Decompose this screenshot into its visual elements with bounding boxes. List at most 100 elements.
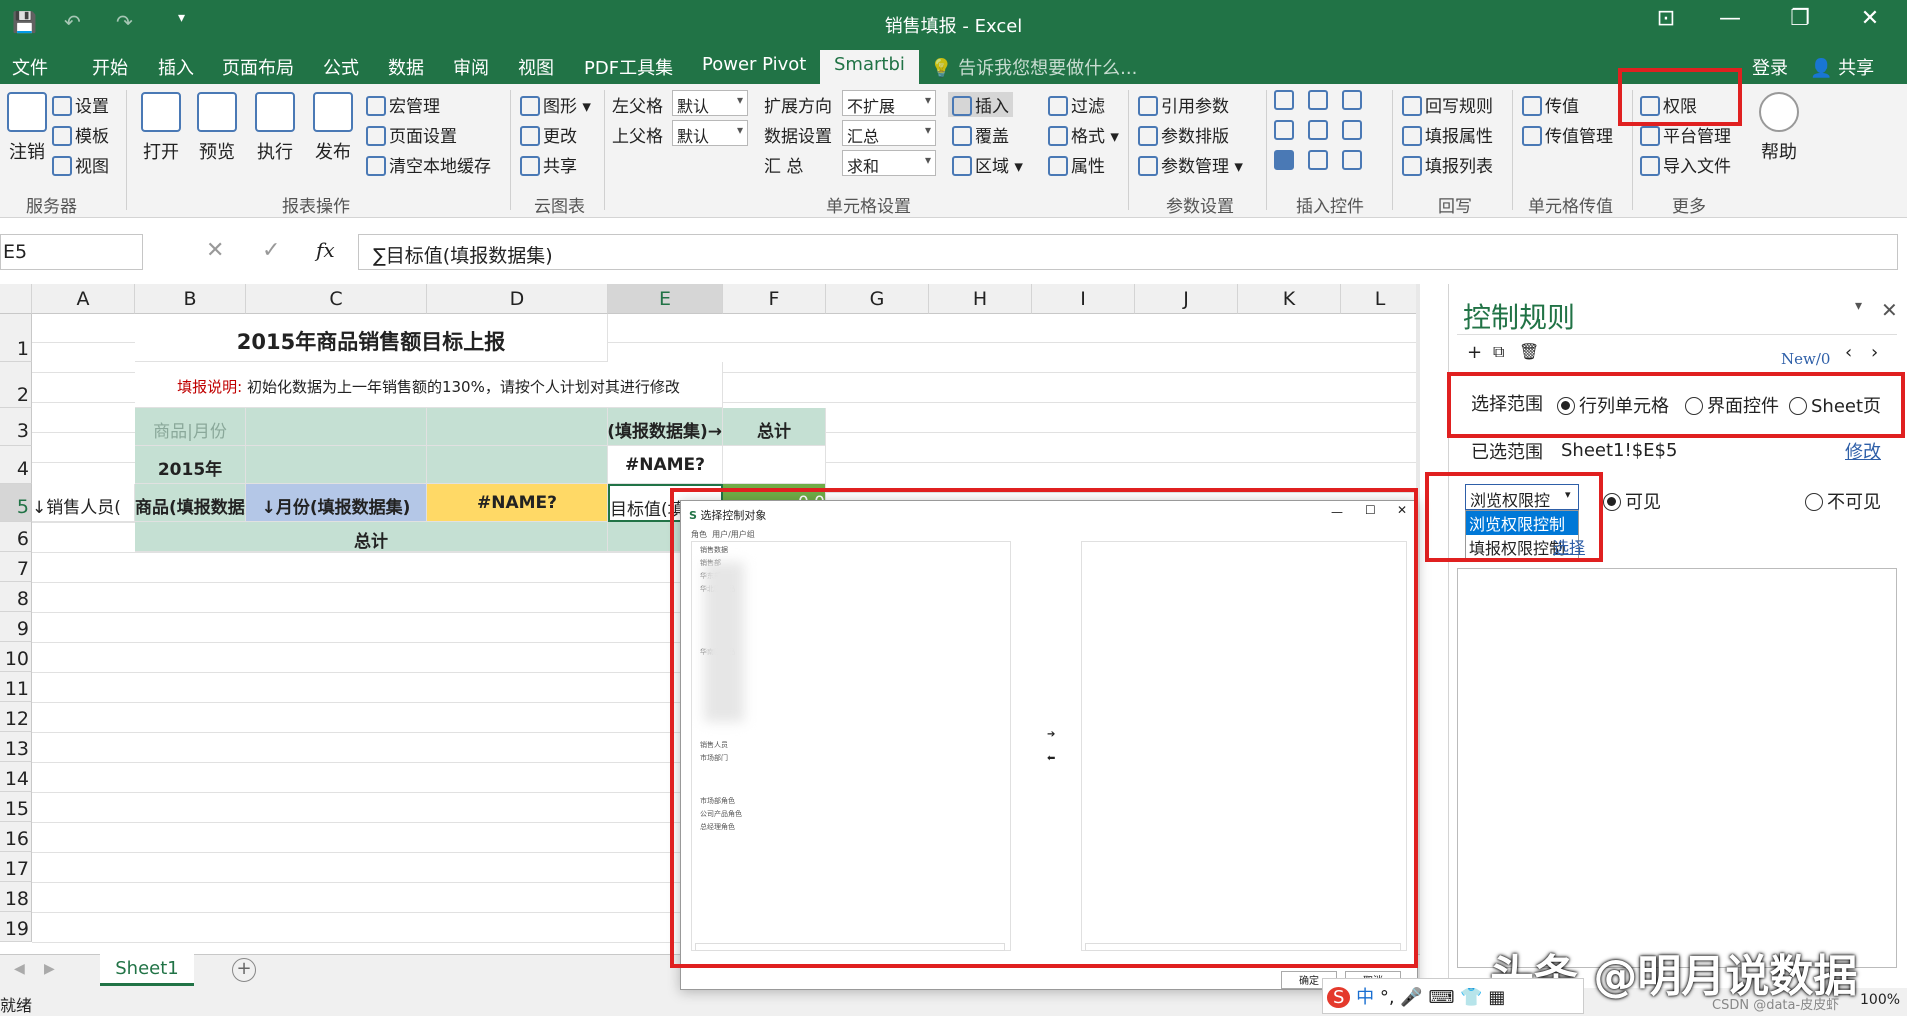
name-box[interactable]: E5 — [0, 234, 143, 270]
tab-insert[interactable]: 插入 — [158, 54, 194, 80]
formula-input[interactable]: ∑目标值(填报数据集) — [358, 234, 1898, 270]
top-parent-select[interactable]: 默认 — [672, 120, 748, 146]
rule-targets-list[interactable] — [1457, 568, 1897, 968]
column-header[interactable]: D — [427, 284, 608, 314]
row-header[interactable]: 18 — [0, 882, 32, 912]
cell-e4[interactable]: #NAME? — [608, 446, 723, 484]
checkbox-control-icon[interactable] — [1274, 150, 1294, 170]
row-header[interactable]: 16 — [0, 822, 32, 852]
column-header[interactable]: G — [826, 284, 929, 314]
tab-formulas[interactable]: 公式 — [323, 54, 359, 80]
column-header[interactable]: I — [1032, 284, 1135, 314]
execute-button[interactable]: 执行 — [248, 92, 302, 164]
minimize-button[interactable]: — — [1700, 6, 1760, 40]
cell-f3[interactable]: 总计 — [723, 408, 826, 446]
tab-smartbi[interactable]: Smartbi — [820, 50, 919, 84]
cell-d4[interactable] — [427, 446, 608, 484]
tab-review[interactable]: 审阅 — [453, 54, 489, 80]
cell-a5[interactable]: ↓销售人员( — [32, 484, 135, 522]
column-header[interactable]: H — [929, 284, 1032, 314]
attr-button[interactable]: 属性 — [1048, 152, 1105, 177]
logout-button[interactable]: 注销 — [0, 92, 54, 164]
cell-b5[interactable]: 商品(填报数据集) — [135, 484, 246, 522]
zoom-level[interactable]: 100% — [1860, 992, 1900, 1008]
tab-view[interactable]: 视图 — [518, 54, 554, 80]
microphone-icon[interactable]: 🎤 — [1400, 987, 1422, 1008]
restore-button[interactable]: ❐ — [1770, 6, 1830, 40]
row-header[interactable]: 4 — [0, 446, 32, 484]
scroll-left-icon[interactable]: ◀ — [14, 961, 25, 977]
view-button[interactable]: 视图 — [52, 152, 109, 177]
row-header[interactable]: 13 — [0, 732, 32, 762]
format-button[interactable]: 格式 ▾ — [1048, 122, 1119, 147]
tab-file[interactable]: 文件 — [12, 54, 48, 80]
area-button[interactable]: 区域 ▾ — [952, 152, 1023, 177]
tab-data[interactable]: 数据 — [388, 54, 424, 80]
row-header[interactable]: 10 — [0, 642, 32, 672]
copy-rule-icon[interactable]: ⧉ — [1493, 342, 1504, 362]
scroll-right-icon[interactable]: ▶ — [44, 961, 55, 977]
row-header[interactable]: 7 — [0, 552, 32, 582]
tell-me-search[interactable]: 💡 告诉我您想要做什么... — [930, 54, 1137, 80]
prev-rule-icon[interactable]: ‹ — [1845, 342, 1852, 363]
share-button[interactable]: 👤 共享 — [1810, 54, 1874, 80]
list-control-icon[interactable] — [1274, 120, 1294, 140]
template-button[interactable]: 模板 — [52, 122, 109, 147]
page-setup-button[interactable]: 页面设置 — [366, 122, 457, 147]
sheet-tab-sheet1[interactable]: Sheet1 — [100, 954, 194, 986]
fill-list-button[interactable]: 填报列表 — [1402, 152, 1493, 177]
insert-mode-button[interactable]: 插入 — [948, 92, 1013, 117]
edit-range-link[interactable]: 修改 — [1845, 438, 1881, 464]
column-header[interactable]: E — [608, 284, 723, 314]
column-header[interactable]: C — [246, 284, 427, 314]
cancel-icon[interactable]: ✕ — [206, 238, 224, 263]
param-manage-button[interactable]: 参数管理 ▾ — [1138, 152, 1243, 177]
keyboard-icon[interactable]: ⌨ — [1429, 987, 1455, 1008]
row-header[interactable]: 1 — [0, 314, 32, 362]
row-header[interactable]: 14 — [0, 762, 32, 792]
tab-home[interactable]: 开始 — [92, 54, 128, 80]
column-header[interactable]: A — [32, 284, 135, 314]
invisible-radio[interactable]: 不可见 — [1805, 488, 1881, 514]
summary-select[interactable]: 求和 — [842, 150, 936, 176]
tree-control-icon[interactable] — [1308, 120, 1328, 140]
chart-button[interactable]: 图形 ▾ — [520, 92, 591, 117]
column-header[interactable]: K — [1238, 284, 1341, 314]
param-layout-button[interactable]: 参数排版 — [1138, 122, 1229, 147]
login-link[interactable]: 登录 — [1752, 54, 1788, 80]
visible-radio[interactable]: 可见 — [1603, 488, 1661, 514]
cell-c3[interactable] — [246, 408, 427, 446]
cell-c5[interactable]: ↓月份(填报数据集) — [246, 484, 427, 522]
publish-button[interactable]: 发布 — [306, 92, 360, 164]
add-rule-icon[interactable]: + — [1467, 342, 1482, 363]
next-rule-icon[interactable]: › — [1871, 342, 1878, 363]
toolbox-icon[interactable]: ▦ — [1488, 987, 1505, 1008]
date-control-icon[interactable] — [1342, 120, 1362, 140]
row-header[interactable]: 9 — [0, 612, 32, 642]
row-header[interactable]: 19 — [0, 912, 32, 942]
dropdown-control-icon[interactable] — [1308, 90, 1328, 110]
column-header[interactable]: L — [1341, 284, 1420, 314]
cell-c4[interactable] — [246, 446, 427, 484]
close-button[interactable]: ✕ — [1840, 6, 1900, 40]
change-button[interactable]: 更改 — [520, 122, 577, 147]
ime-chinese[interactable]: 中 — [1356, 987, 1374, 1008]
fx-icon[interactable]: fx — [316, 238, 335, 262]
row-header[interactable]: 8 — [0, 582, 32, 612]
sogou-icon[interactable]: S — [1327, 987, 1351, 1008]
add-sheet-icon[interactable]: + — [232, 958, 256, 982]
link-control-icon[interactable] — [1308, 150, 1328, 170]
ref-param-button[interactable]: 引用参数 — [1138, 92, 1229, 117]
left-parent-select[interactable]: 默认 — [672, 90, 748, 116]
row-header[interactable]: 15 — [0, 792, 32, 822]
pass-value-button[interactable]: 传值 — [1522, 92, 1579, 117]
cell-b4[interactable]: 2015年 — [135, 446, 246, 484]
cover-mode-button[interactable]: 覆盖 — [952, 122, 1009, 147]
expand-direction-select[interactable]: 不扩展 — [842, 90, 936, 116]
macro-button[interactable]: 宏管理 — [366, 92, 440, 117]
text-control-icon[interactable] — [1342, 150, 1362, 170]
textbox-control-icon[interactable] — [1342, 90, 1362, 110]
tab-power-pivot[interactable]: Power Pivot — [702, 54, 806, 75]
row-header[interactable]: 5 — [0, 484, 32, 522]
tab-pdf-tools[interactable]: PDF工具集 — [584, 54, 673, 80]
